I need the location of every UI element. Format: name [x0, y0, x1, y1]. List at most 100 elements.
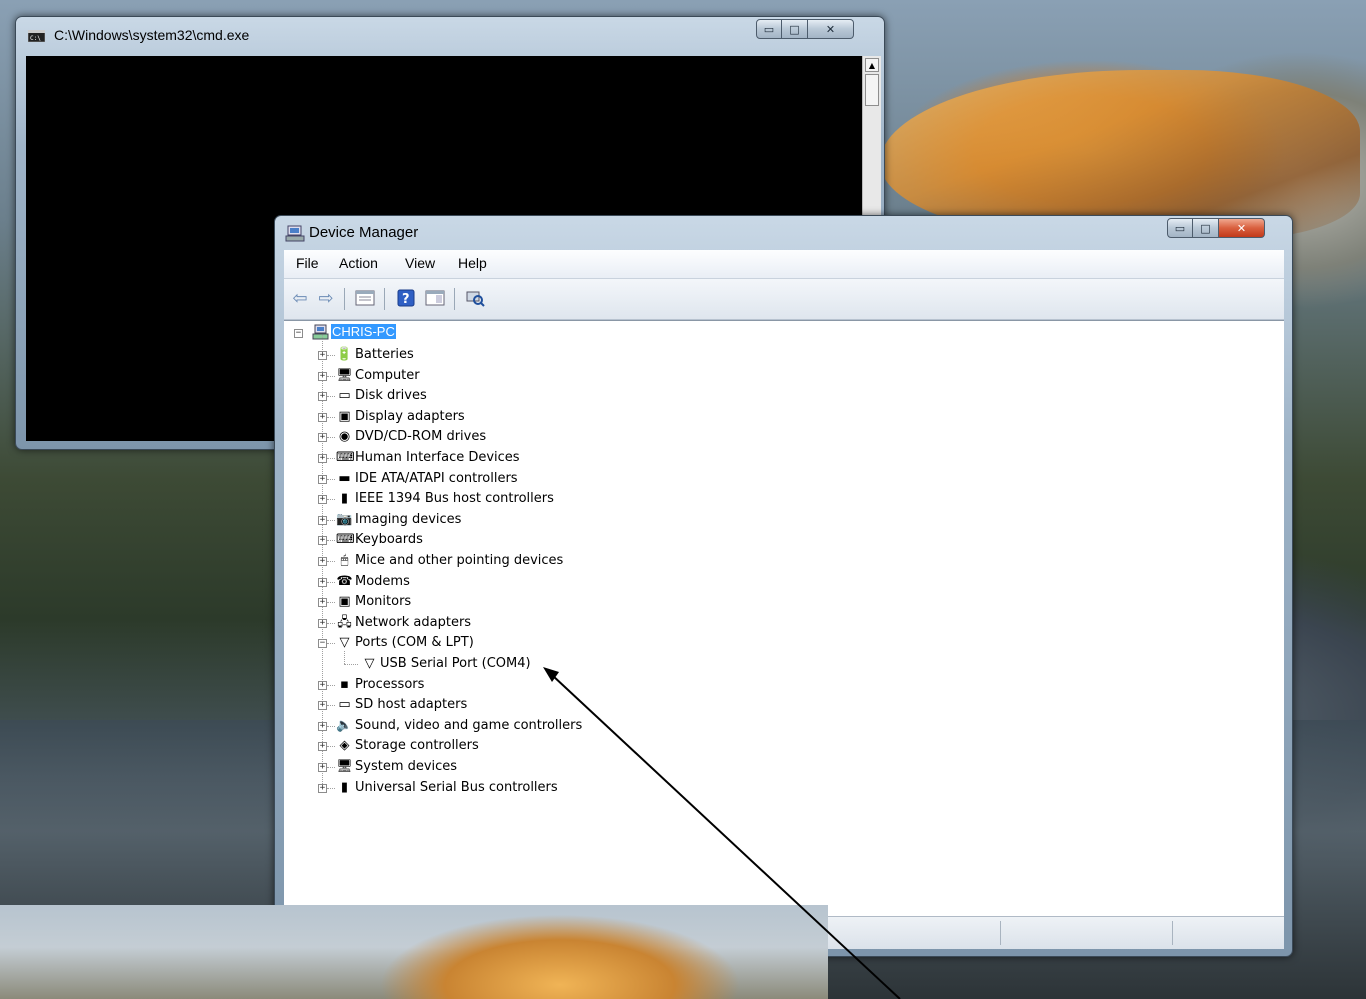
camera-icon: 📷 — [336, 511, 353, 527]
cmd-scroll-up-arrow-icon[interactable]: ▲ — [865, 58, 879, 72]
tree-category-label[interactable]: SD host adapters — [355, 697, 467, 712]
status-divider — [1172, 921, 1173, 945]
category-expand-toggle[interactable]: + — [318, 577, 327, 587]
devmgr-minimize-button[interactable]: ▭ — [1167, 218, 1193, 238]
tree-connector-line — [327, 767, 335, 768]
category-expand-toggle[interactable]: + — [318, 557, 327, 566]
tree-category-label[interactable]: Batteries — [355, 347, 414, 362]
devmgr-maximize-button[interactable]: □ — [1193, 218, 1219, 238]
tree-category-label[interactable]: Human Interface Devices — [355, 450, 520, 465]
properties-view-icon[interactable] — [354, 288, 376, 308]
status-divider — [1000, 921, 1001, 945]
menu-action[interactable]: Action — [339, 255, 378, 271]
port-icon: ▽ — [339, 635, 350, 651]
modem-icon: ☎ — [336, 573, 353, 589]
battery-icon: 🔋 — [336, 347, 353, 362]
tree-category-label[interactable]: Display adapters — [355, 409, 465, 424]
tree-connector-line — [327, 684, 335, 686]
category-expand-toggle[interactable]: + — [318, 454, 327, 463]
menu-view[interactable]: View — [405, 255, 435, 271]
tree-connector-line — [327, 416, 335, 418]
devmgr-caption-buttons: ▭ □ ✕ — [1167, 218, 1265, 238]
cmd-maximize-button[interactable]: □ — [782, 19, 808, 39]
tree-connector-line — [327, 602, 335, 604]
category-expand-toggle[interactable]: − — [318, 639, 327, 649]
category-expand-toggle[interactable]: + — [318, 371, 327, 381]
back-arrow-icon[interactable]: ⇦ — [288, 288, 312, 309]
port-icon: ▽ — [364, 656, 375, 671]
tree-category-label[interactable]: Storage controllers — [355, 738, 479, 753]
menu-help[interactable]: Help — [458, 255, 487, 271]
tree-connector-line — [327, 375, 335, 377]
tree-category-label[interactable]: Monitors — [355, 594, 411, 609]
cmd-caption-buttons: ▭ □ ✕ — [756, 19, 854, 39]
category-expand-toggle[interactable]: + — [318, 763, 327, 772]
category-expand-toggle[interactable]: + — [318, 412, 327, 422]
tree-connector-line — [327, 499, 335, 501]
help-icon[interactable]: ? — [396, 288, 416, 308]
category-expand-toggle[interactable]: + — [318, 536, 327, 546]
cmd-close-button[interactable]: ✕ — [808, 19, 854, 39]
devmgr-titlebar[interactable]: Device Manager ▭ □ ✕ — [275, 216, 1292, 252]
tree-device-label[interactable]: USB Serial Port (COM4) — [380, 656, 531, 671]
category-expand-toggle[interactable]: + — [318, 474, 327, 484]
tree-connector-line — [327, 787, 335, 789]
category-expand-toggle[interactable]: + — [318, 618, 327, 628]
speaker-icon: 🔈 — [336, 717, 353, 733]
cmd-scroll-thumb[interactable] — [865, 74, 879, 106]
device-manager-icon — [285, 225, 305, 242]
tree-connector-line — [344, 664, 358, 665]
toolbar: ⇦ ⇨ ? — [284, 279, 1284, 320]
tree-connector-line — [327, 519, 335, 521]
tree-category-label[interactable]: Disk drives — [355, 388, 427, 403]
tree-connector-line — [344, 651, 345, 664]
tree-category-label[interactable]: Ports (COM & LPT) — [355, 635, 474, 650]
category-expand-toggle[interactable]: + — [318, 783, 327, 793]
tree-category-label[interactable]: Universal Serial Bus controllers — [355, 780, 558, 795]
tree-category-label[interactable]: IEEE 1394 Bus host controllers — [355, 491, 554, 506]
cmd-title: C:\Windows\system32\cmd.exe — [54, 27, 250, 43]
show-hide-tree-icon[interactable] — [424, 288, 446, 308]
device-tree[interactable]: − CHRIS-PC + 🔋 Batteries + 🖥 Computer + ▭ Disk d… — [284, 320, 1284, 916]
tree-category-label[interactable]: Imaging devices — [355, 512, 461, 527]
root-collapse-toggle[interactable]: − — [294, 329, 303, 338]
tree-connector-line — [327, 581, 335, 583]
tree-category-label[interactable]: DVD/CD-ROM drives — [355, 429, 486, 444]
tree-category-label[interactable]: Computer — [355, 368, 420, 383]
menu-file[interactable]: File — [296, 255, 319, 271]
cmd-titlebar[interactable]: C:\ C:\Windows\system32\cmd.exe ▭ □ ✕ — [16, 17, 884, 53]
tree-connector-line — [327, 643, 335, 645]
tree-category-label[interactable]: Keyboards — [355, 532, 423, 547]
tree-category-label[interactable]: Sound, video and game controllers — [355, 718, 582, 733]
tree-connector-line — [327, 746, 335, 748]
scan-hardware-icon[interactable] — [464, 288, 486, 308]
toolbar-separator — [384, 288, 385, 310]
forward-arrow-icon[interactable]: ⇨ — [314, 288, 338, 309]
category-expand-toggle[interactable]: + — [318, 680, 327, 690]
devmgr-close-button[interactable]: ✕ — [1219, 218, 1265, 238]
tree-category-label[interactable]: Modems — [355, 574, 410, 589]
device-manager-window[interactable]: Device Manager ▭ □ ✕ File Action View He… — [274, 215, 1293, 957]
category-expand-toggle[interactable]: + — [318, 515, 327, 525]
category-expand-toggle[interactable]: + — [318, 701, 327, 711]
tree-category-label[interactable]: Network adapters — [355, 615, 471, 630]
category-expand-toggle[interactable]: + — [318, 433, 327, 443]
tree-category-label[interactable]: System devices — [355, 759, 457, 774]
category-expand-toggle[interactable]: + — [318, 721, 327, 731]
category-expand-toggle[interactable]: + — [318, 495, 327, 505]
hid-icon: ⌨ — [336, 450, 355, 465]
category-expand-toggle[interactable]: + — [318, 598, 327, 608]
tree-category-label[interactable]: IDE ATA/ATAPI controllers — [355, 471, 518, 486]
cmd-minimize-button[interactable]: ▭ — [756, 19, 782, 39]
tree-connector-line — [327, 725, 335, 727]
tree-root-label[interactable]: CHRIS-PC — [331, 324, 396, 339]
category-expand-toggle[interactable]: + — [318, 392, 327, 402]
category-expand-toggle[interactable]: + — [318, 351, 327, 360]
tree-connector-line — [327, 437, 335, 439]
tree-category-label[interactable]: Mice and other pointing devices — [355, 553, 563, 568]
keyboard-icon: ⌨ — [336, 532, 355, 548]
tree-category-label[interactable]: Processors — [355, 677, 424, 692]
toolbar-separator — [344, 288, 345, 310]
system-devices-icon: 🖥 — [336, 759, 353, 774]
category-expand-toggle[interactable]: + — [318, 742, 327, 752]
